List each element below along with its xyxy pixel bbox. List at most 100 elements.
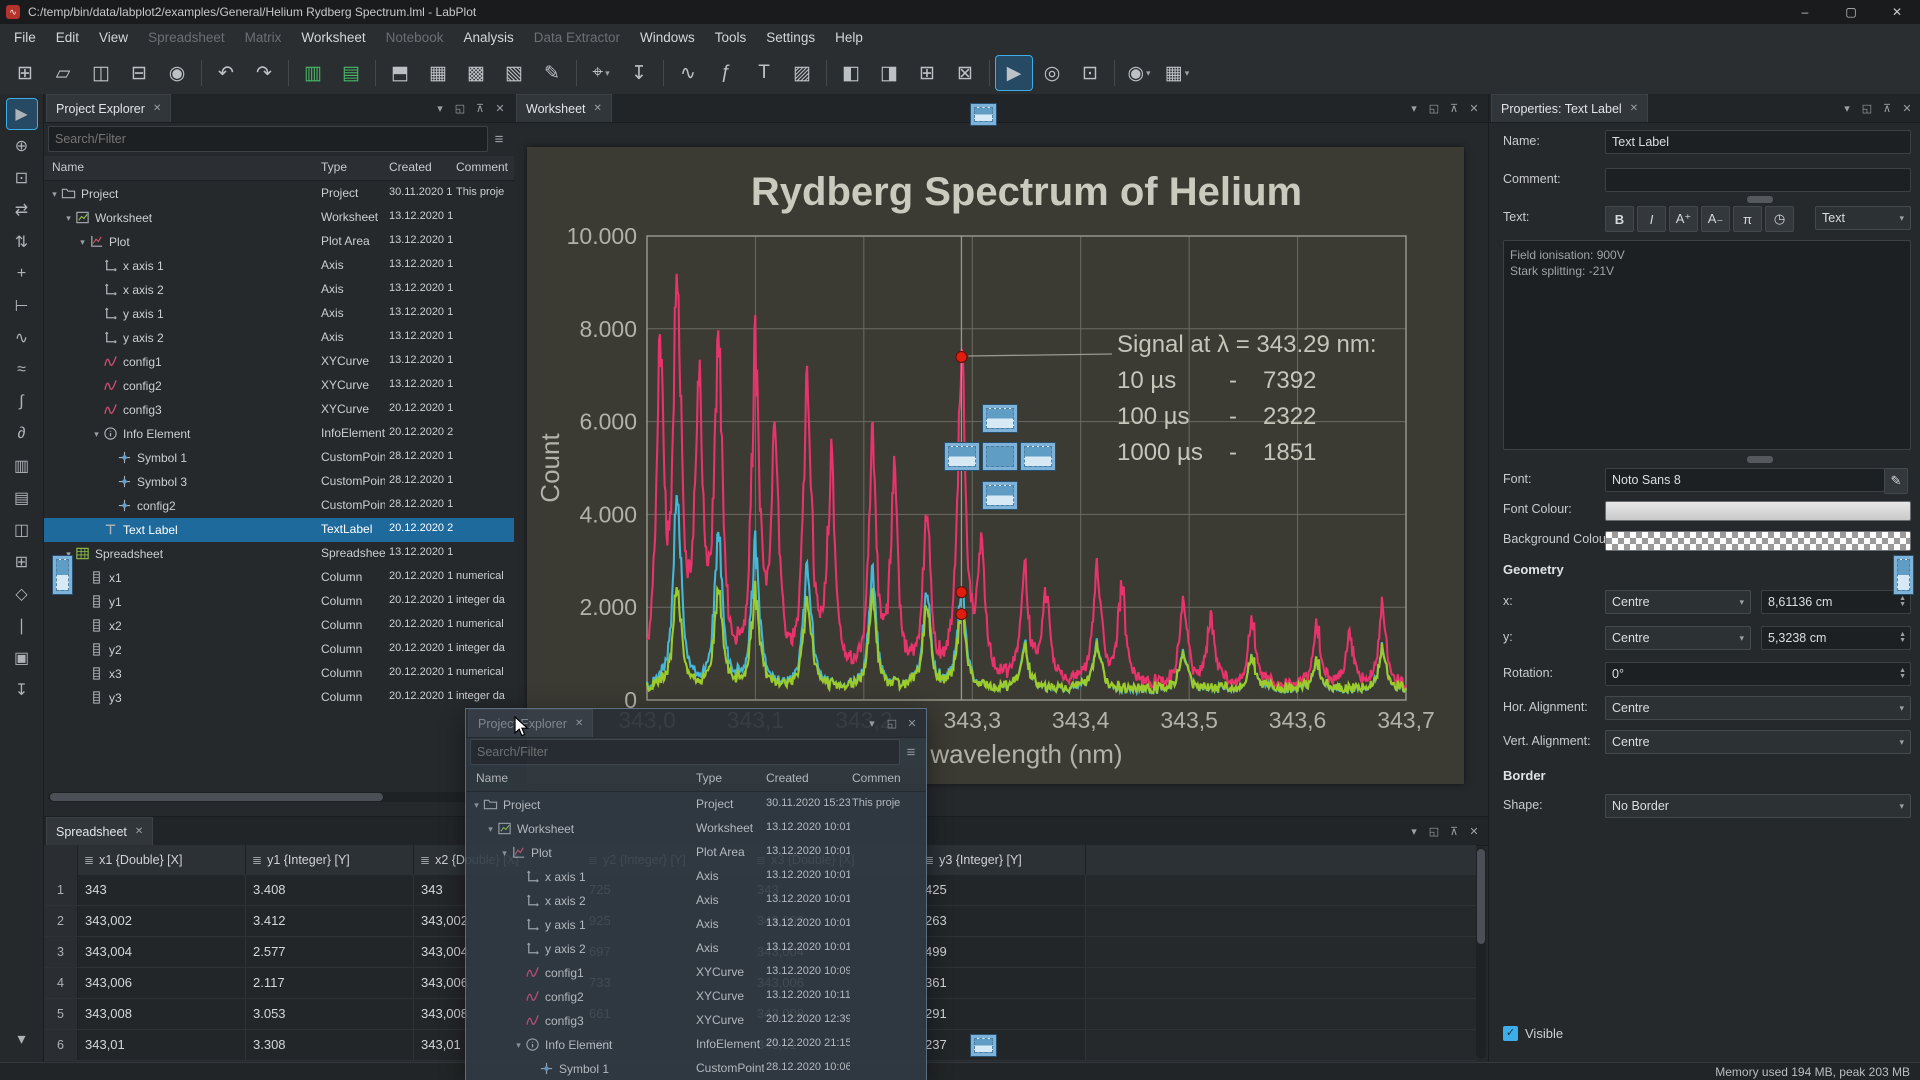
menu-data-extractor[interactable]: Data Extractor xyxy=(524,24,630,52)
expander-icon[interactable]: ▾ xyxy=(512,1040,525,1051)
import-data-button[interactable]: ↧ xyxy=(621,56,657,90)
bold-button[interactable]: B xyxy=(1605,206,1634,232)
select-tool-button[interactable]: ▶ xyxy=(7,99,37,129)
drop-indicator-center-bottom[interactable] xyxy=(982,481,1018,510)
explorer-column-header[interactable]: Name Type Created Comment xyxy=(44,156,514,181)
new-spreadsheet-button[interactable]: ▦ xyxy=(420,56,456,90)
zoom-x-tool-button[interactable]: ⇄ xyxy=(7,195,37,225)
close-button[interactable]: ✕ xyxy=(1874,0,1920,24)
dock-close-icon[interactable]: ✕ xyxy=(902,713,922,733)
histogram-tool-button[interactable]: ▥ xyxy=(7,451,37,481)
tree-row-x-axis-2[interactable]: x axis 2Axis13.12.2020 10:01 xyxy=(44,278,514,302)
export-tool-button[interactable]: ↧ xyxy=(7,675,37,705)
new-notebook-button[interactable]: ✎ xyxy=(534,56,570,90)
y-position-combo[interactable]: Centre▾ xyxy=(1605,626,1751,650)
tree-row-config2[interactable]: config2CustomPoint28.12.2020 10:06 xyxy=(44,494,514,518)
table-cell[interactable]: 343,01 xyxy=(78,1030,246,1060)
text-mode-combo[interactable]: Text▾ xyxy=(1815,206,1911,230)
tree-row-plot[interactable]: ▾PlotPlot Area13.12.2020 10:01 xyxy=(44,230,514,254)
expander-icon[interactable]: ▾ xyxy=(48,189,61,200)
drop-indicator-center-left[interactable] xyxy=(944,442,980,471)
toggle-properties-explorer-button[interactable]: ▤ xyxy=(333,56,369,90)
zoom-select-mode-button[interactable]: ⊡ xyxy=(1072,56,1108,90)
box-plot-tool-button[interactable]: ◫ xyxy=(7,515,37,545)
custom-point-tool-button[interactable]: ◇ xyxy=(7,579,37,609)
close-icon[interactable]: ✕ xyxy=(594,103,602,114)
break-layout-button[interactable]: ⊠ xyxy=(947,56,983,90)
tree-row-x-axis-1[interactable]: x axis 1Axis13.12.2020 10:01 xyxy=(44,254,514,278)
drop-indicator-top[interactable] xyxy=(970,103,997,126)
dock-menu-icon[interactable]: ▾ xyxy=(430,98,450,118)
background-colour-swatch[interactable] xyxy=(1605,531,1911,551)
italic-button[interactable]: I xyxy=(1637,206,1666,232)
drop-indicator-right-edge[interactable] xyxy=(1893,555,1914,595)
vertical-scrollbar[interactable] xyxy=(1476,847,1486,1059)
table-cell[interactable]: 343,008 xyxy=(78,999,246,1029)
tree-row-text-label[interactable]: Text LabelTextLabel20.12.2020 21:13 xyxy=(44,518,514,542)
menu-view[interactable]: View xyxy=(89,24,138,52)
dock-float-icon[interactable]: ◱ xyxy=(1424,98,1444,118)
derivative-tool-button[interactable]: ∂ xyxy=(7,419,37,449)
new-matrix-button[interactable]: ▩ xyxy=(458,56,494,90)
dock-menu-icon[interactable]: ▾ xyxy=(1404,821,1424,841)
tree-row-config2[interactable]: config2XYCurve13.12.2020 10:11 xyxy=(44,374,514,398)
expander-icon[interactable]: ▾ xyxy=(498,848,511,859)
menu-analysis[interactable]: Analysis xyxy=(453,24,523,52)
column-header-x1[interactable]: ≣x1 {Double} [X] xyxy=(78,845,246,875)
visible-checkbox[interactable]: ✓ xyxy=(1503,1026,1518,1041)
toggle-project-explorer-button[interactable]: ▥ xyxy=(295,56,331,90)
table-cell[interactable]: 3.053 xyxy=(246,999,414,1029)
row-number[interactable]: 6 xyxy=(44,1030,78,1060)
tree-row-y3[interactable]: y3Column20.12.2020 13:56integer da xyxy=(44,686,514,710)
table-cell[interactable]: 499 xyxy=(918,937,1086,967)
font-field[interactable] xyxy=(1605,468,1885,492)
row-number[interactable]: 3 xyxy=(44,937,78,967)
name-field[interactable] xyxy=(1605,130,1911,154)
table-cell[interactable]: 343,002 xyxy=(78,906,246,936)
close-icon[interactable]: ✕ xyxy=(1630,103,1638,114)
insert-symbol-button[interactable]: π xyxy=(1733,206,1762,232)
menu-help[interactable]: Help xyxy=(825,24,873,52)
menu-spreadsheet[interactable]: Spreadsheet xyxy=(138,24,235,52)
expander-icon[interactable]: ▾ xyxy=(470,800,483,811)
table-cell[interactable]: 3.408 xyxy=(246,875,414,905)
table-cell[interactable]: 343,006 xyxy=(78,968,246,998)
tab-spreadsheet[interactable]: Spreadsheet ✕ xyxy=(46,817,153,845)
menu-notebook[interactable]: Notebook xyxy=(376,24,454,52)
tree-row-config1[interactable]: config1XYCurve13.12.2020 10:09 xyxy=(44,350,514,374)
x-position-combo[interactable]: Centre▾ xyxy=(1605,590,1751,614)
add-plot-template-button[interactable]: ▦▾ xyxy=(1159,56,1195,90)
print-preview-button[interactable]: ◉ xyxy=(159,56,195,90)
menu-worksheet[interactable]: Worksheet xyxy=(291,24,375,52)
tree-row-y-axis-2[interactable]: y axis 2Axis13.12.2020 10:01 xyxy=(44,326,514,350)
new-worksheet-button[interactable]: ▧ xyxy=(496,56,532,90)
table-cell[interactable]: 361 xyxy=(918,968,1086,998)
row-number[interactable]: 5 xyxy=(44,999,78,1029)
tree-row-x1[interactable]: x1Column20.12.2020 12:39numerical xyxy=(44,566,514,590)
horizontal-alignment-combo[interactable]: Centre▾ xyxy=(1605,696,1911,720)
dock-menu-icon[interactable]: ▾ xyxy=(862,713,882,733)
dock-float-icon[interactable]: ◱ xyxy=(450,98,470,118)
new-workbook-button[interactable]: ⬒ xyxy=(382,56,418,90)
superscript-button[interactable]: A⁺ xyxy=(1669,206,1698,232)
tab-worksheet[interactable]: Worksheet ✕ xyxy=(516,94,612,122)
tree-row-symbol-3[interactable]: Symbol 3CustomPoint28.12.2020 10:06 xyxy=(44,470,514,494)
zoom-select-tool-button[interactable]: ⊡ xyxy=(7,163,37,193)
tree-row-y2[interactable]: y2Column20.12.2020 13:55integer da xyxy=(44,638,514,662)
subscript-button[interactable]: A₋ xyxy=(1701,206,1730,232)
drop-indicator-left-edge[interactable] xyxy=(52,555,73,595)
tree-row-worksheet[interactable]: ▾WorksheetWorksheet13.12.2020 10:01 xyxy=(44,206,514,230)
add-curve-button[interactable]: ∿ xyxy=(670,56,706,90)
comment-field[interactable] xyxy=(1605,168,1911,192)
print-button[interactable]: ⊟ xyxy=(121,56,157,90)
add-axis-tool-button[interactable]: ⊢ xyxy=(7,291,37,321)
drop-indicator-bottom[interactable] xyxy=(970,1034,997,1057)
table-cell[interactable]: 2.577 xyxy=(246,937,414,967)
tab-project-explorer[interactable]: Project Explorer ✕ xyxy=(46,94,171,122)
table-cell[interactable]: 291 xyxy=(918,999,1086,1029)
rotation-spinbox[interactable]: 0°▲▼ xyxy=(1605,662,1911,686)
table-cell[interactable]: 425 xyxy=(918,875,1086,905)
add-plot-tool-button[interactable]: ⊞ xyxy=(7,547,37,577)
table-cell[interactable]: 343 xyxy=(78,875,246,905)
tree-row-x3[interactable]: x3Column20.12.2020 13:56numerical xyxy=(44,662,514,686)
